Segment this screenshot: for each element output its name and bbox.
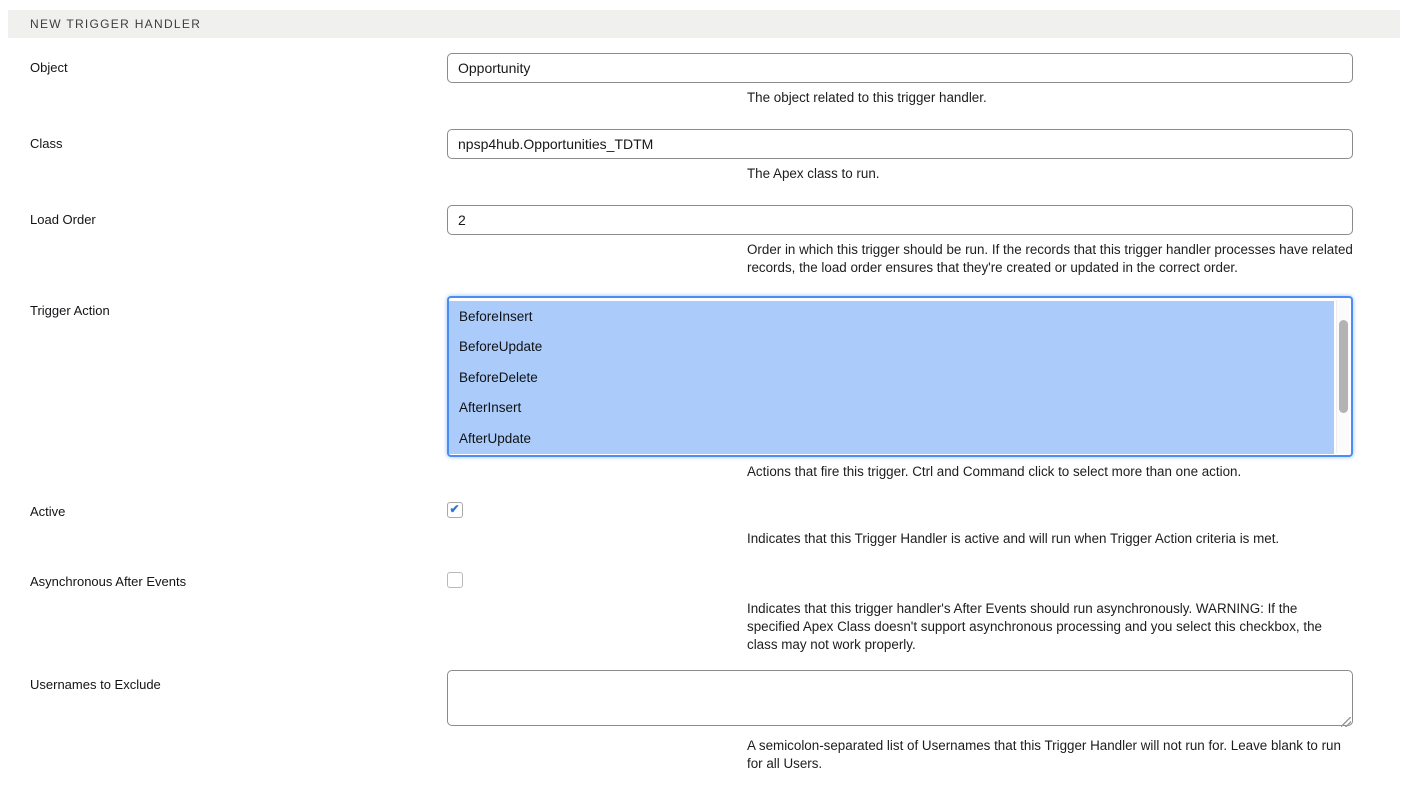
active-label: Active <box>0 497 447 519</box>
load-order-input[interactable] <box>447 205 1353 235</box>
page-title: NEW TRIGGER HANDLER <box>30 17 201 31</box>
object-input[interactable] <box>447 53 1353 83</box>
trigger-action-option[interactable]: BeforeInsert <box>449 301 1334 332</box>
field-row-active: Active Indicates that this Trigger Handl… <box>0 497 1408 548</box>
object-help-text: The object related to this trigger handl… <box>747 89 1353 107</box>
field-row-trigger-action: Trigger Action BeforeInsertBeforeUpdateB… <box>0 296 1408 481</box>
load-order-help-text: Order in which this trigger should be ru… <box>747 241 1353 277</box>
field-row-async-after-events: Asynchronous After Events Indicates that… <box>0 567 1408 654</box>
trigger-action-option[interactable]: BeforeDelete <box>449 362 1334 393</box>
trigger-action-label: Trigger Action <box>0 296 447 318</box>
field-row-load-order: Load Order Order in which this trigger s… <box>0 205 1408 277</box>
active-help-text: Indicates that this Trigger Handler is a… <box>747 530 1353 548</box>
active-checkbox[interactable] <box>447 502 463 518</box>
trigger-action-option[interactable]: AfterUpdate <box>449 423 1334 454</box>
class-help-text: The Apex class to run. <box>747 165 1353 183</box>
object-label: Object <box>0 53 447 75</box>
class-input[interactable] <box>447 129 1353 159</box>
trigger-action-option[interactable]: AfterInsert <box>449 393 1334 424</box>
async-after-events-help-text: Indicates that this trigger handler's Af… <box>747 600 1353 654</box>
trigger-action-help-text: Actions that fire this trigger. Ctrl and… <box>747 463 1353 481</box>
listbox-scrollbar-thumb[interactable] <box>1339 320 1348 413</box>
field-row-usernames-to-exclude: Usernames to Exclude A semicolon-separat… <box>0 670 1408 773</box>
usernames-to-exclude-textarea[interactable] <box>447 670 1353 726</box>
trigger-action-listbox[interactable]: BeforeInsertBeforeUpdateBeforeDeleteAfte… <box>447 296 1353 457</box>
class-label: Class <box>0 129 447 151</box>
new-trigger-handler-form: Object The object related to this trigge… <box>0 53 1408 797</box>
usernames-to-exclude-label: Usernames to Exclude <box>0 670 447 692</box>
async-after-events-checkbox[interactable] <box>447 572 463 588</box>
section-header: NEW TRIGGER HANDLER <box>8 10 1400 38</box>
field-row-class: Class The Apex class to run. <box>0 129 1408 183</box>
usernames-to-exclude-help-text: A semicolon-separated list of Usernames … <box>747 737 1353 773</box>
listbox-scrollbar-track[interactable] <box>1336 300 1349 453</box>
trigger-action-option[interactable]: BeforeUpdate <box>449 332 1334 363</box>
field-row-object: Object The object related to this trigge… <box>0 53 1408 107</box>
async-after-events-label: Asynchronous After Events <box>0 567 447 589</box>
load-order-label: Load Order <box>0 205 447 227</box>
